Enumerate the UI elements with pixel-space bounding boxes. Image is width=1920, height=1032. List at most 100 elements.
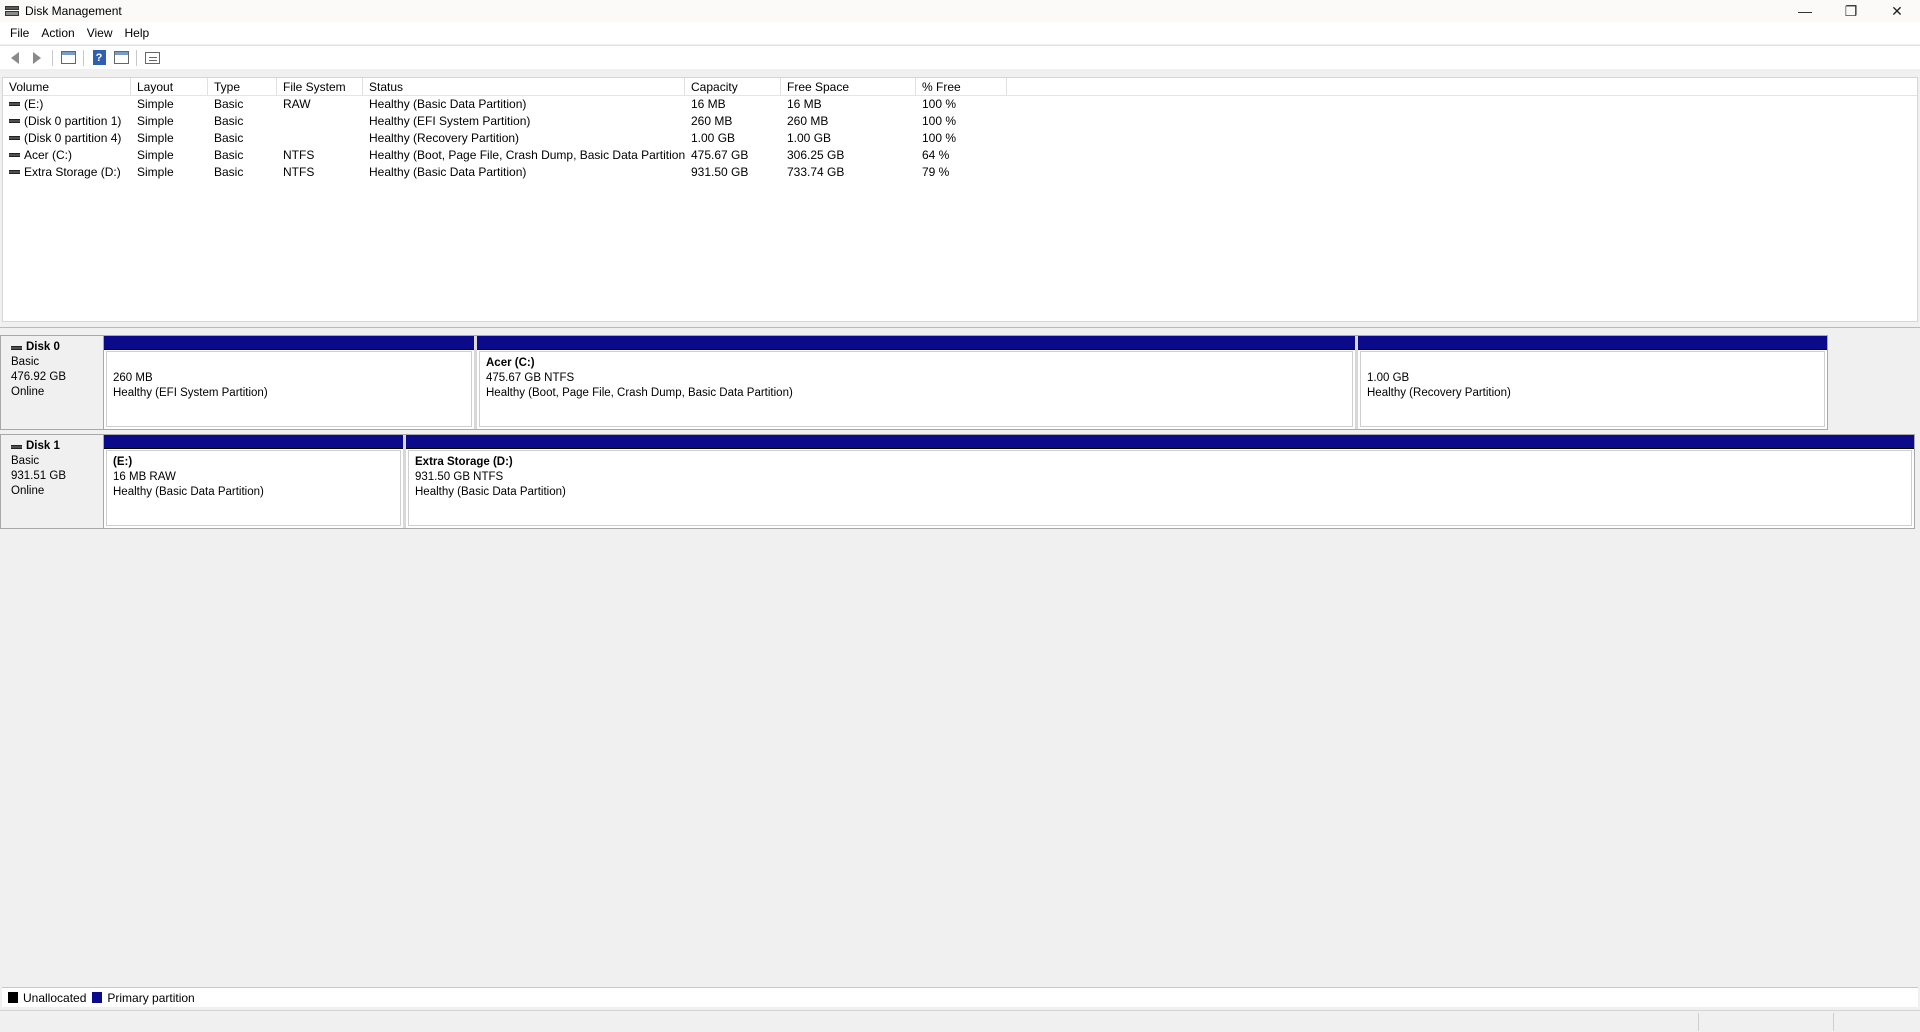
capacity-cell: 260 MB bbox=[691, 114, 733, 128]
legend-unallocated: Unallocated bbox=[8, 991, 86, 1005]
window-controls: — ❐ ✕ bbox=[1782, 0, 1920, 22]
volume-list-header: Volume Layout Type File System Status Ca… bbox=[3, 78, 1917, 96]
disk-label[interactable]: Disk 1 Basic 931.51 GB Online bbox=[0, 434, 104, 529]
type-cell: Basic bbox=[214, 148, 244, 162]
restore-button[interactable]: ❐ bbox=[1828, 0, 1874, 22]
disk-row-1: Disk 1 Basic 931.51 GB Online (E:) 16 MB… bbox=[0, 434, 1915, 529]
volume-name: (Disk 0 partition 1) bbox=[24, 114, 122, 128]
table-row[interactable]: Extra Storage (D:) Simple Basic NTFS Hea… bbox=[3, 164, 1917, 181]
column-header-capacity[interactable]: Capacity bbox=[685, 78, 781, 95]
show-hide-action-pane-icon bbox=[113, 51, 129, 64]
toolbar: ? bbox=[0, 45, 1920, 69]
partition-efi[interactable]: 260 MB Healthy (EFI System Partition) bbox=[104, 336, 477, 429]
table-row[interactable]: (Disk 0 partition 1) Simple Basic Health… bbox=[3, 113, 1917, 130]
console-tree-button[interactable] bbox=[57, 48, 79, 68]
layout-cell: Simple bbox=[137, 165, 174, 179]
primary-partition-bar bbox=[477, 336, 1355, 350]
console-tree-icon bbox=[60, 51, 76, 64]
status-cell: Healthy (Basic Data Partition) bbox=[369, 97, 527, 111]
legend-primary-partition: Primary partition bbox=[92, 990, 195, 1005]
file-system-cell: NTFS bbox=[283, 148, 315, 162]
volume-icon bbox=[9, 101, 20, 106]
capacity-cell: 1.00 GB bbox=[691, 131, 736, 145]
window-title: Disk Management bbox=[25, 4, 122, 18]
pane-splitter[interactable] bbox=[0, 324, 1920, 328]
disk-partitions: (E:) 16 MB RAW Healthy (Basic Data Parti… bbox=[104, 434, 1915, 529]
status-cell: Healthy (Recovery Partition) bbox=[369, 131, 520, 145]
properties-icon bbox=[144, 51, 160, 64]
menu-bar: File Action View Help bbox=[0, 22, 1920, 44]
column-header-percent-free[interactable]: % Free bbox=[916, 78, 1007, 95]
disk-name: Disk 0 bbox=[26, 341, 60, 353]
menu-help[interactable]: Help bbox=[119, 26, 156, 40]
help-button[interactable]: ? bbox=[88, 48, 110, 68]
partition-status: Healthy (Basic Data Partition) bbox=[415, 486, 566, 498]
minimize-button[interactable]: — bbox=[1782, 0, 1828, 22]
properties-button[interactable] bbox=[141, 48, 163, 68]
partition-body: Extra Storage (D:) 931.50 GB NTFS Health… bbox=[408, 450, 1912, 526]
menu-action[interactable]: Action bbox=[35, 26, 80, 40]
volume-cell: Extra Storage (D:) bbox=[3, 164, 131, 181]
volume-name: (Disk 0 partition 4) bbox=[24, 131, 122, 145]
legend-label: Primary partition bbox=[107, 990, 195, 1005]
partition-size: 475.67 GB NTFS bbox=[486, 372, 575, 384]
primary-partition-bar bbox=[406, 435, 1914, 449]
toolbar-separator bbox=[52, 49, 53, 66]
layout-cell: Simple bbox=[137, 131, 174, 145]
partition-recovery[interactable]: 1.00 GB Healthy (Recovery Partition) bbox=[1358, 336, 1827, 429]
status-cell: Healthy (Boot, Page File, Crash Dump, Ba… bbox=[369, 148, 685, 162]
partition-name bbox=[113, 356, 471, 371]
menu-view[interactable]: View bbox=[81, 26, 119, 40]
partition-name: Acer (C:) bbox=[486, 357, 535, 369]
partition-extra-storage-d[interactable]: Extra Storage (D:) 931.50 GB NTFS Health… bbox=[406, 435, 1914, 528]
layout-cell: Simple bbox=[137, 114, 174, 128]
action-pane-button[interactable] bbox=[110, 48, 132, 68]
disk-label[interactable]: Disk 0 Basic 476.92 GB Online bbox=[0, 335, 104, 430]
forward-button[interactable] bbox=[26, 48, 48, 68]
column-header-file-system[interactable]: File System bbox=[277, 78, 363, 95]
toolbar-separator bbox=[83, 49, 84, 66]
free-space-cell: 1.00 GB bbox=[787, 131, 832, 145]
status-cell: Healthy (Basic Data Partition) bbox=[369, 165, 527, 179]
status-cell: Healthy (EFI System Partition) bbox=[369, 114, 531, 128]
partition-size: 1.00 GB bbox=[1367, 372, 1410, 384]
column-header-free-space[interactable]: Free Space bbox=[781, 78, 916, 95]
disk-layout-pane: Disk 0 Basic 476.92 GB Online 260 MB Hea… bbox=[0, 329, 1920, 985]
close-button[interactable]: ✕ bbox=[1874, 0, 1920, 22]
partition-status: Healthy (Recovery Partition) bbox=[1367, 387, 1511, 399]
disk-partitions: 260 MB Healthy (EFI System Partition) Ac… bbox=[104, 335, 1828, 430]
table-row[interactable]: (Disk 0 partition 4) Simple Basic Health… bbox=[3, 130, 1917, 147]
column-header-volume[interactable]: Volume bbox=[3, 78, 131, 95]
disk-kind: Basic bbox=[11, 356, 40, 368]
column-header-type[interactable]: Type bbox=[208, 78, 277, 95]
type-cell: Basic bbox=[214, 165, 244, 179]
menu-file[interactable]: File bbox=[4, 26, 35, 40]
column-header-status[interactable]: Status bbox=[363, 78, 685, 95]
partition-body: (E:) 16 MB RAW Healthy (Basic Data Parti… bbox=[106, 450, 401, 526]
file-system-cell bbox=[277, 113, 363, 130]
disk-size: 931.51 GB bbox=[11, 470, 66, 482]
primary-partition-bar bbox=[1358, 336, 1827, 350]
table-row[interactable]: (E:) Simple Basic RAW Healthy (Basic Dat… bbox=[3, 96, 1917, 113]
capacity-cell: 475.67 GB bbox=[691, 148, 749, 162]
disk-icon bbox=[11, 345, 22, 350]
file-system-cell bbox=[277, 130, 363, 147]
partition-name: (E:) bbox=[113, 456, 133, 468]
disk-name-line: Disk 0 bbox=[11, 340, 103, 355]
volume-cell: Acer (C:) bbox=[3, 147, 131, 164]
disk-size: 476.92 GB bbox=[11, 371, 66, 383]
volume-icon bbox=[9, 135, 20, 140]
table-row[interactable]: Acer (C:) Simple Basic NTFS Healthy (Boo… bbox=[3, 147, 1917, 164]
back-button[interactable] bbox=[4, 48, 26, 68]
disk-kind: Basic bbox=[11, 455, 40, 467]
free-space-cell: 733.74 GB bbox=[787, 165, 845, 179]
free-space-cell: 16 MB bbox=[787, 97, 822, 111]
column-header-empty bbox=[1007, 78, 1917, 95]
column-header-layout[interactable]: Layout bbox=[131, 78, 208, 95]
percent-free-cell: 100 % bbox=[922, 97, 957, 111]
volume-icon bbox=[9, 169, 20, 174]
unallocated-swatch bbox=[8, 992, 18, 1003]
partition-e[interactable]: (E:) 16 MB RAW Healthy (Basic Data Parti… bbox=[104, 435, 406, 528]
partition-status: Healthy (Boot, Page File, Crash Dump, Ba… bbox=[486, 387, 793, 399]
partition-acer-c[interactable]: Acer (C:) 475.67 GB NTFS Healthy (Boot, … bbox=[477, 336, 1358, 429]
